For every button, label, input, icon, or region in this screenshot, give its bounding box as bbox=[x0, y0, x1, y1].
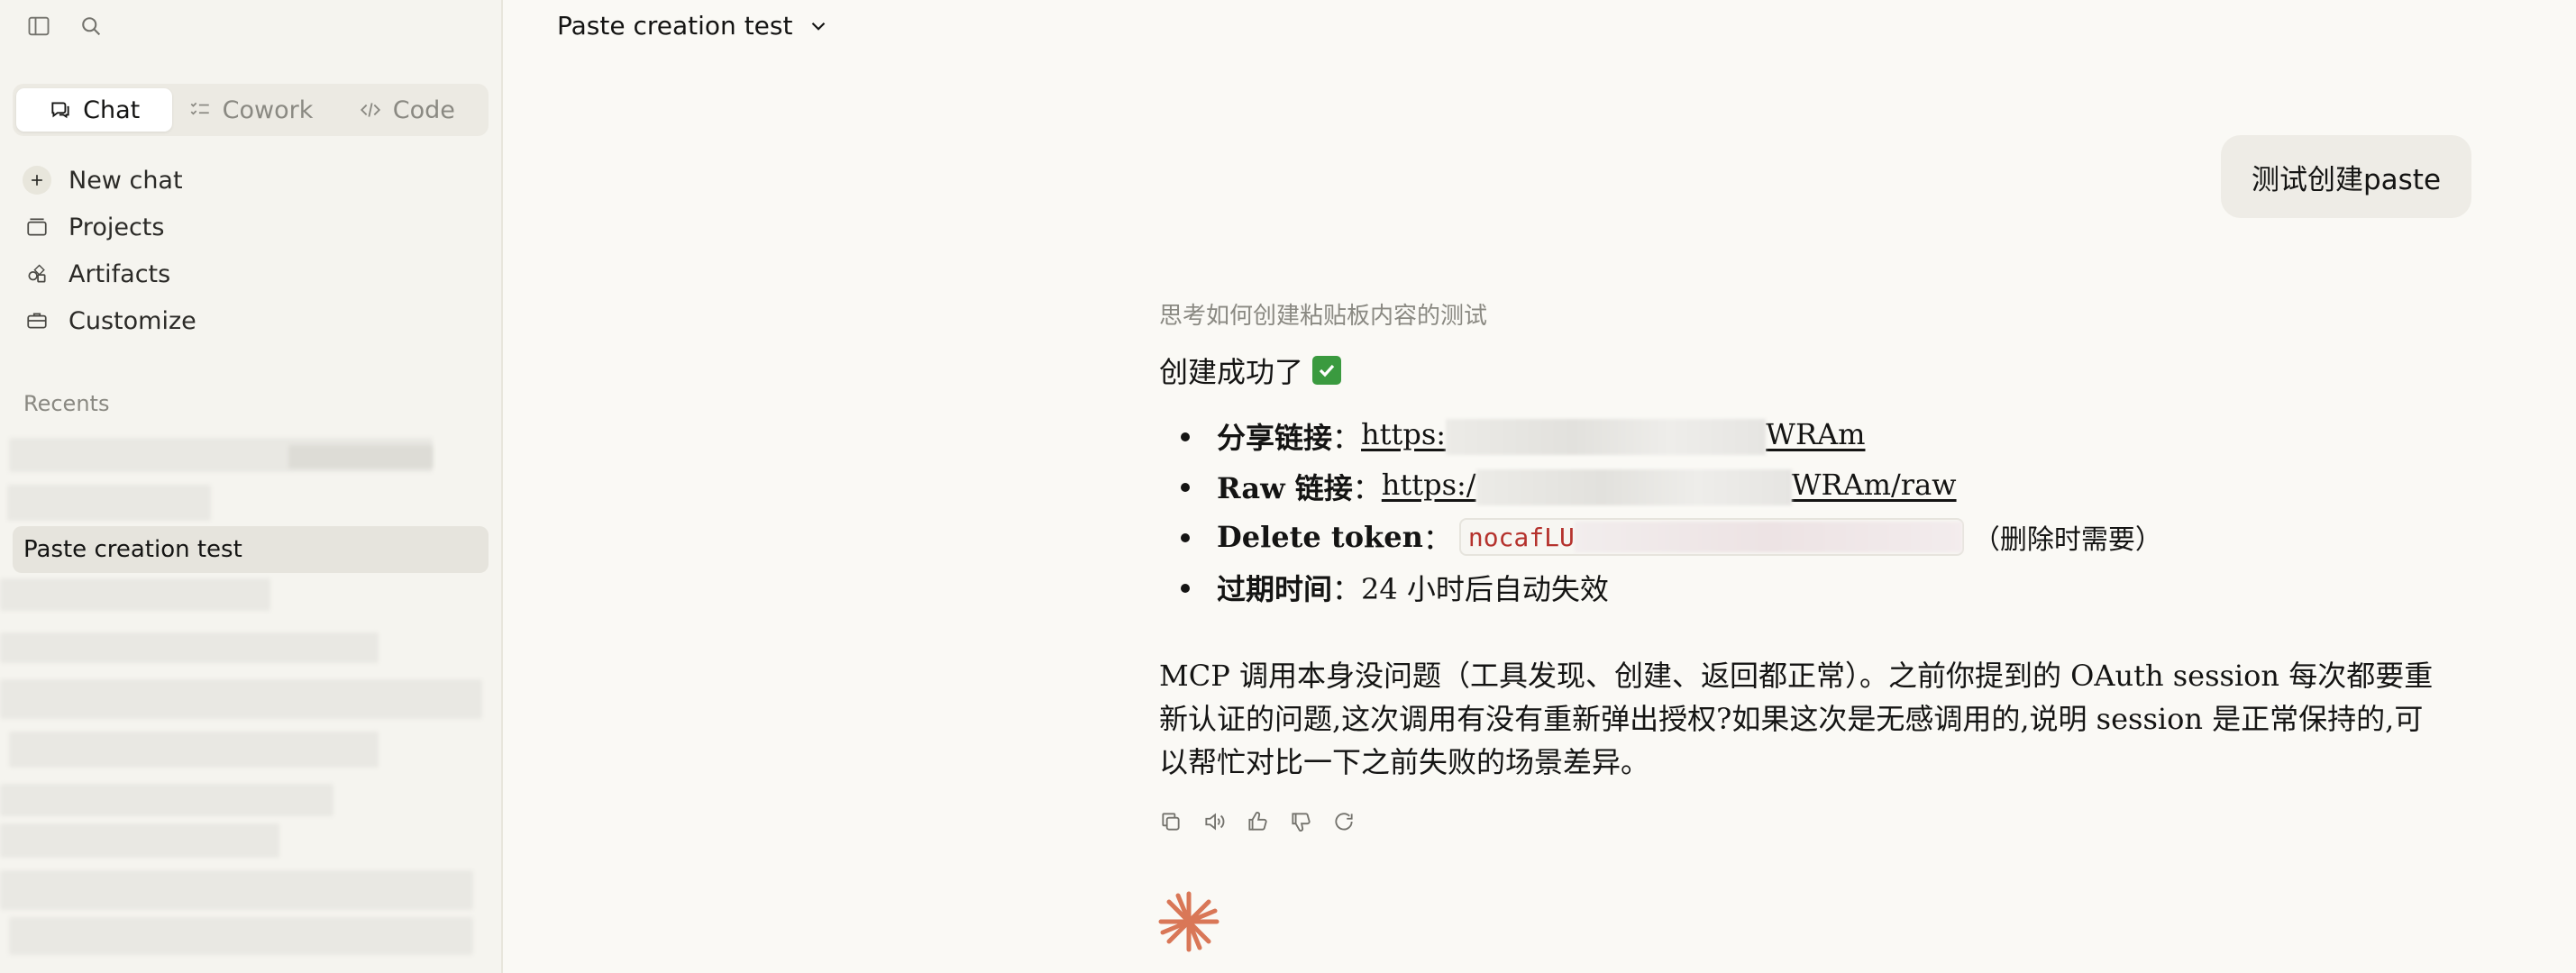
redacted-recent[interactable] bbox=[0, 784, 333, 816]
sidebar-item-label: Customize bbox=[69, 306, 196, 335]
answer-lead-text: 创建成功了 bbox=[1159, 355, 1304, 389]
sidebar-item-customize[interactable]: Customize bbox=[13, 297, 489, 344]
redacted-recent[interactable] bbox=[0, 578, 270, 611]
share-link-start: https: bbox=[1361, 417, 1447, 452]
mode-switch: Chat Cowork Code bbox=[13, 84, 489, 136]
redacted-recent[interactable] bbox=[0, 823, 279, 858]
redacted-recent[interactable] bbox=[0, 870, 473, 910]
tab-cowork[interactable]: Cowork bbox=[172, 88, 328, 132]
sidebar-item-artifacts[interactable]: Artifacts bbox=[13, 250, 489, 297]
thinking-summary[interactable]: 思考如何创建粘贴板内容的测试 bbox=[1159, 297, 1487, 331]
raw-link-end: WRAm/raw bbox=[1791, 468, 1957, 503]
raw-link-start: https:/ bbox=[1381, 468, 1476, 503]
share-link[interactable]: https: WRAm bbox=[1361, 417, 1865, 455]
redacted-recent[interactable] bbox=[9, 732, 379, 768]
answer-lead: 创建成功了 bbox=[1159, 350, 2439, 391]
speaker-icon[interactable] bbox=[1202, 810, 1226, 833]
sidebar-item-label: New chat bbox=[69, 166, 183, 195]
code-icon bbox=[360, 103, 380, 117]
tab-chat-label: Chat bbox=[83, 95, 141, 124]
recents-list bbox=[0, 423, 503, 973]
user-message-bubble: 测试创建paste bbox=[2221, 135, 2471, 218]
delete-token-label: Delete token bbox=[1217, 520, 1423, 554]
tab-code[interactable]: Code bbox=[329, 88, 485, 132]
sidebar-nav: New chat Projects Artifacts Customize bbox=[13, 157, 489, 344]
list-item: Raw 链接： https:/ WRAm/raw bbox=[1159, 461, 2439, 512]
list-item: Delete token： nocafLU （删除时需要） bbox=[1159, 512, 2439, 562]
answer-paragraph: MCP 调用本身没问题（工具发现、创建、返回都正常）。之前你提到的 OAuth … bbox=[1159, 659, 2434, 779]
separator: ： bbox=[1422, 522, 1452, 556]
sidebar-item-projects[interactable]: Projects bbox=[13, 204, 489, 250]
claude-spark-icon bbox=[1158, 891, 1219, 952]
result-list: 分享链接： https: WRAm Raw 链接： https:/WRAm/raw… bbox=[1159, 411, 2439, 613]
separator: ： bbox=[1332, 572, 1362, 606]
separator: ： bbox=[1332, 421, 1362, 455]
chat-icon bbox=[51, 102, 69, 119]
thumbs-down-icon[interactable] bbox=[1289, 810, 1312, 833]
raw-link-label: Raw 链接 bbox=[1217, 471, 1353, 505]
copy-icon[interactable] bbox=[1159, 810, 1183, 833]
share-link-label: 分享链接 bbox=[1217, 421, 1333, 455]
briefcase-icon bbox=[27, 313, 47, 329]
chat-title-menu[interactable]: Paste creation test bbox=[557, 11, 830, 41]
redacted-text bbox=[1446, 418, 1767, 455]
sidebar-item-new-chat[interactable]: New chat bbox=[13, 157, 489, 204]
share-link-end: WRAm bbox=[1766, 417, 1866, 452]
assistant-message: 创建成功了 分享链接： https: WRAm Raw 链接： https:/WR… bbox=[1159, 350, 2439, 784]
plus-icon bbox=[23, 166, 51, 195]
list-item: 分享链接： https: WRAm bbox=[1159, 411, 2439, 461]
recents-heading: Recents bbox=[23, 391, 110, 416]
check-mark-icon bbox=[1312, 356, 1342, 385]
retry-icon[interactable] bbox=[1332, 810, 1356, 833]
checklist-icon bbox=[190, 102, 209, 115]
redacted-recent[interactable] bbox=[288, 445, 433, 468]
sidebar: Chat Cowork Code New chat Projects Artif… bbox=[0, 0, 503, 973]
sidebar-item-label: Projects bbox=[69, 213, 165, 241]
delete-token-code: nocafLU bbox=[1458, 518, 1964, 556]
expiry-label: 过期时间 bbox=[1217, 572, 1333, 606]
message-actions bbox=[1159, 810, 1356, 833]
list-item: 过期时间： 24 小时后自动失效 bbox=[1159, 562, 2439, 613]
sidebar-top-icons bbox=[25, 13, 105, 40]
chat-main: Paste creation test 测试创建paste 思考如何创建粘贴板内… bbox=[505, 0, 2576, 973]
separator: ： bbox=[1352, 471, 1382, 505]
folder-icon bbox=[27, 218, 47, 236]
artifacts-icon bbox=[28, 264, 46, 283]
tab-code-label: Code bbox=[392, 95, 455, 124]
tab-chat[interactable]: Chat bbox=[16, 88, 173, 132]
recent-item-active[interactable]: Paste creation test bbox=[13, 526, 489, 573]
sidebar-item-label: Artifacts bbox=[69, 259, 171, 288]
chat-title: Paste creation test bbox=[557, 11, 793, 41]
redacted-recent[interactable] bbox=[7, 485, 211, 521]
chevron-down-icon bbox=[812, 22, 826, 31]
redacted-recent[interactable] bbox=[9, 917, 473, 955]
expiry-value: 24 小时后自动失效 bbox=[1361, 572, 1609, 606]
search-icon[interactable] bbox=[78, 13, 105, 40]
delete-token-note: （删除时需要） bbox=[1972, 525, 2162, 555]
redacted-text bbox=[1574, 522, 1962, 552]
tab-cowork-label: Cowork bbox=[222, 95, 314, 124]
toggle-sidebar-icon[interactable] bbox=[25, 13, 52, 40]
redacted-recent[interactable] bbox=[0, 679, 482, 719]
thumbs-up-icon[interactable] bbox=[1246, 810, 1269, 833]
redacted-text bbox=[1475, 468, 1792, 505]
delete-token-start: nocafLU bbox=[1467, 522, 1575, 552]
user-message-text: 测试创建paste bbox=[2251, 163, 2442, 196]
recent-item-label: Paste creation test bbox=[23, 536, 242, 563]
redacted-recent[interactable] bbox=[0, 632, 379, 663]
raw-link[interactable]: https:/ WRAm/raw bbox=[1382, 468, 1957, 505]
